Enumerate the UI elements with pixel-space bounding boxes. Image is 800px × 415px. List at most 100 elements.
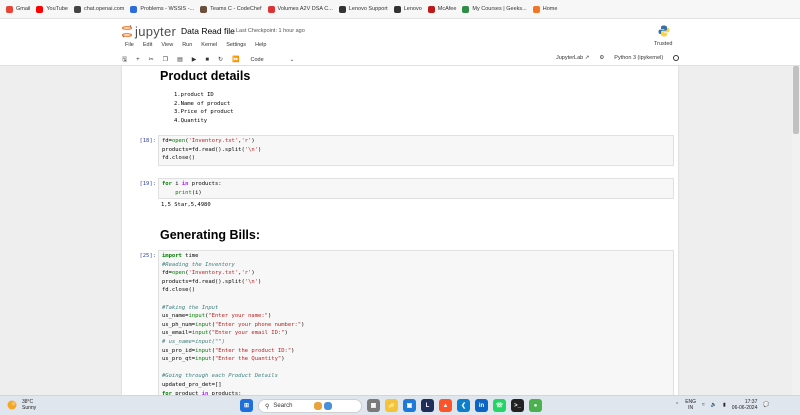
bookmarks-bar: Gmail YouTube chat.openai.com Problems - WS… [0, 0, 800, 19]
bookmark-label: Lenovo [403, 6, 422, 12]
bookmark-item[interactable]: Home [532, 5, 558, 13]
menu-settings[interactable]: Settings [226, 42, 246, 48]
bookmark-favicon-icon [338, 5, 346, 13]
code-line: #Reading the Inventory [162, 261, 235, 268]
fast-forward-icon[interactable]: ⏩ [232, 56, 239, 63]
bookmark-favicon-icon [6, 5, 13, 13]
brave-browser-icon[interactable]: ▲ [439, 399, 452, 412]
wifi-icon[interactable]: ≈ [702, 402, 705, 408]
paste-icon[interactable]: ▤ [177, 56, 183, 63]
search-icon: ⚲ [265, 403, 270, 410]
bookmark-label: My Courses | Geeks... [472, 6, 527, 12]
bookmark-label: Teams C - CodeChef [210, 6, 262, 12]
bookmark-favicon-icon [130, 5, 138, 13]
bookmark-item[interactable]: Problems - WSSIS -... [130, 5, 194, 13]
menu-kernel[interactable]: Kernel [201, 42, 217, 48]
whatsapp-icon[interactable]: ☏ [493, 399, 506, 412]
windows-start-icon[interactable]: ⊞ [240, 399, 253, 412]
bookmark-favicon-icon [74, 5, 81, 13]
cell-type-select[interactable]: Code ⌄ [251, 57, 295, 63]
pinned-apps: ▦ 📁 ▣ L ▲ ❮ in ☏ >_ ● [367, 399, 542, 412]
search-highlight-icon [324, 402, 333, 410]
bookmark-item[interactable]: chat.openai.com [74, 5, 125, 13]
run-icon[interactable]: ▶ [192, 56, 197, 63]
file-explorer-icon[interactable]: 📁 [385, 399, 398, 412]
bookmark-item[interactable]: Volumes A2V DSA C... [267, 5, 333, 13]
code-line: #Going through each Product Details [162, 373, 278, 380]
windows-taskbar: 38°C Sunny ⊞ ⚲ Search ▦ 📁 ▣ L ▲ ❮ in ☏ >… [0, 395, 800, 415]
restart-icon[interactable]: ↻ [218, 56, 223, 63]
code-line: products=fd.read().split('\n') [162, 146, 262, 153]
weather-widget[interactable]: 38°C Sunny [6, 399, 36, 411]
code-line: us_ph_num=input("Enter your phone number… [162, 321, 305, 328]
bookmark-item[interactable]: Lenovo [393, 5, 422, 13]
kernel-status-icon [673, 55, 680, 61]
app-icon[interactable]: ● [529, 399, 542, 412]
bookmark-favicon-icon [462, 5, 470, 13]
menu-file[interactable]: File [125, 42, 134, 48]
chevron-up-icon[interactable]: ⌃ [675, 402, 679, 408]
linkedin-icon[interactable]: in [475, 399, 488, 412]
jupyter-header: jupyter Data Read file Last Checkpoint: … [0, 19, 800, 66]
volume-icon[interactable]: 🔈 [711, 402, 717, 408]
vscode-icon[interactable]: ❮ [457, 399, 470, 412]
bookmark-item[interactable]: Gmail [6, 5, 30, 13]
code-line: products=fd.read().split('\n') [162, 278, 262, 285]
menu-help[interactable]: Help [255, 42, 266, 48]
kernel-name[interactable]: Python 3 (ipykernel) [614, 55, 663, 61]
bookmark-item[interactable]: McAfee [427, 5, 457, 13]
code-line: for i in products: [162, 181, 222, 187]
save-icon[interactable]: 🖫 [122, 55, 127, 65]
clock[interactable]: 17:37 06-06-2024 [732, 399, 758, 411]
code-line: fd.close() [162, 287, 196, 294]
code-line: us_name=input("Enter your name:") [162, 313, 272, 320]
trusted-indicator[interactable]: Trusted [654, 41, 672, 47]
bookmark-item[interactable]: Teams C - CodeChef [200, 5, 262, 13]
task-view-icon[interactable]: ▦ [367, 399, 380, 412]
code-cell[interactable]: fd=open('Inventory.txt','r') products=fd.… [158, 135, 674, 166]
bookmark-item[interactable]: My Courses | Geeks... [462, 5, 527, 13]
heading-generating-bills: Generating Bills: [160, 228, 261, 242]
bookmark-favicon-icon [393, 5, 401, 13]
bookmark-label: McAfee [437, 6, 457, 12]
bookmark-label: Home [542, 6, 558, 12]
list-item: 2.Name of product [174, 100, 231, 107]
code-line: print(i) [175, 189, 202, 196]
cell-prompt: [19]: [139, 181, 156, 187]
bookmark-label: Lenovo Support [348, 6, 388, 12]
bookmark-item[interactable]: Lenovo Support [338, 5, 388, 13]
add-cell-icon[interactable]: + [136, 57, 140, 63]
terminal-icon[interactable]: >_ [511, 399, 524, 412]
code-cell[interactable]: for i in products: print(i) [158, 178, 674, 199]
notification-icon[interactable]: 💬 [763, 402, 769, 408]
battery-icon[interactable]: ▮ [723, 402, 726, 408]
app-l-icon[interactable]: L [421, 399, 434, 412]
jupyter-logo[interactable]: jupyter [122, 24, 176, 39]
cut-icon[interactable]: ✂ [149, 56, 154, 63]
sun-icon [7, 400, 17, 410]
copy-icon[interactable]: ❐ [163, 56, 168, 63]
stop-icon[interactable]: ■ [205, 57, 209, 63]
toolbar-right: JupyterLab ↗ ⚙ Python 3 (ipykernel) [556, 55, 680, 61]
menu-run[interactable]: Run [182, 42, 192, 48]
code-line: fd=open('Inventory.txt','r') [162, 138, 255, 144]
code-cell[interactable]: import time #Reading the Inventory fd=open… [158, 250, 674, 395]
bookmark-item[interactable]: YouTube [36, 5, 68, 13]
menu-view[interactable]: View [161, 42, 173, 48]
notebook-title[interactable]: Data Read file [181, 26, 235, 36]
language-indicator[interactable]: ENG IN [685, 399, 696, 411]
jupyter-logo-icon [122, 25, 132, 38]
menu-edit[interactable]: Edit [143, 42, 152, 48]
bookmark-label: chat.openai.com [84, 6, 125, 12]
scrollbar-thumb[interactable] [793, 66, 799, 134]
heading-product-details: Product details [160, 69, 251, 83]
store-icon[interactable]: ▣ [403, 399, 416, 412]
taskbar-search[interactable]: ⚲ Search [258, 399, 362, 413]
code-line: us_email=input("Enter your email ID:") [162, 330, 288, 337]
jupyterlab-link[interactable]: JupyterLab ↗ [556, 55, 589, 61]
bookmark-label: Volumes A2V DSA C... [277, 6, 333, 12]
notebook-settings-icon[interactable]: ⚙ [599, 55, 604, 61]
jupyter-wordmark: jupyter [135, 24, 177, 39]
